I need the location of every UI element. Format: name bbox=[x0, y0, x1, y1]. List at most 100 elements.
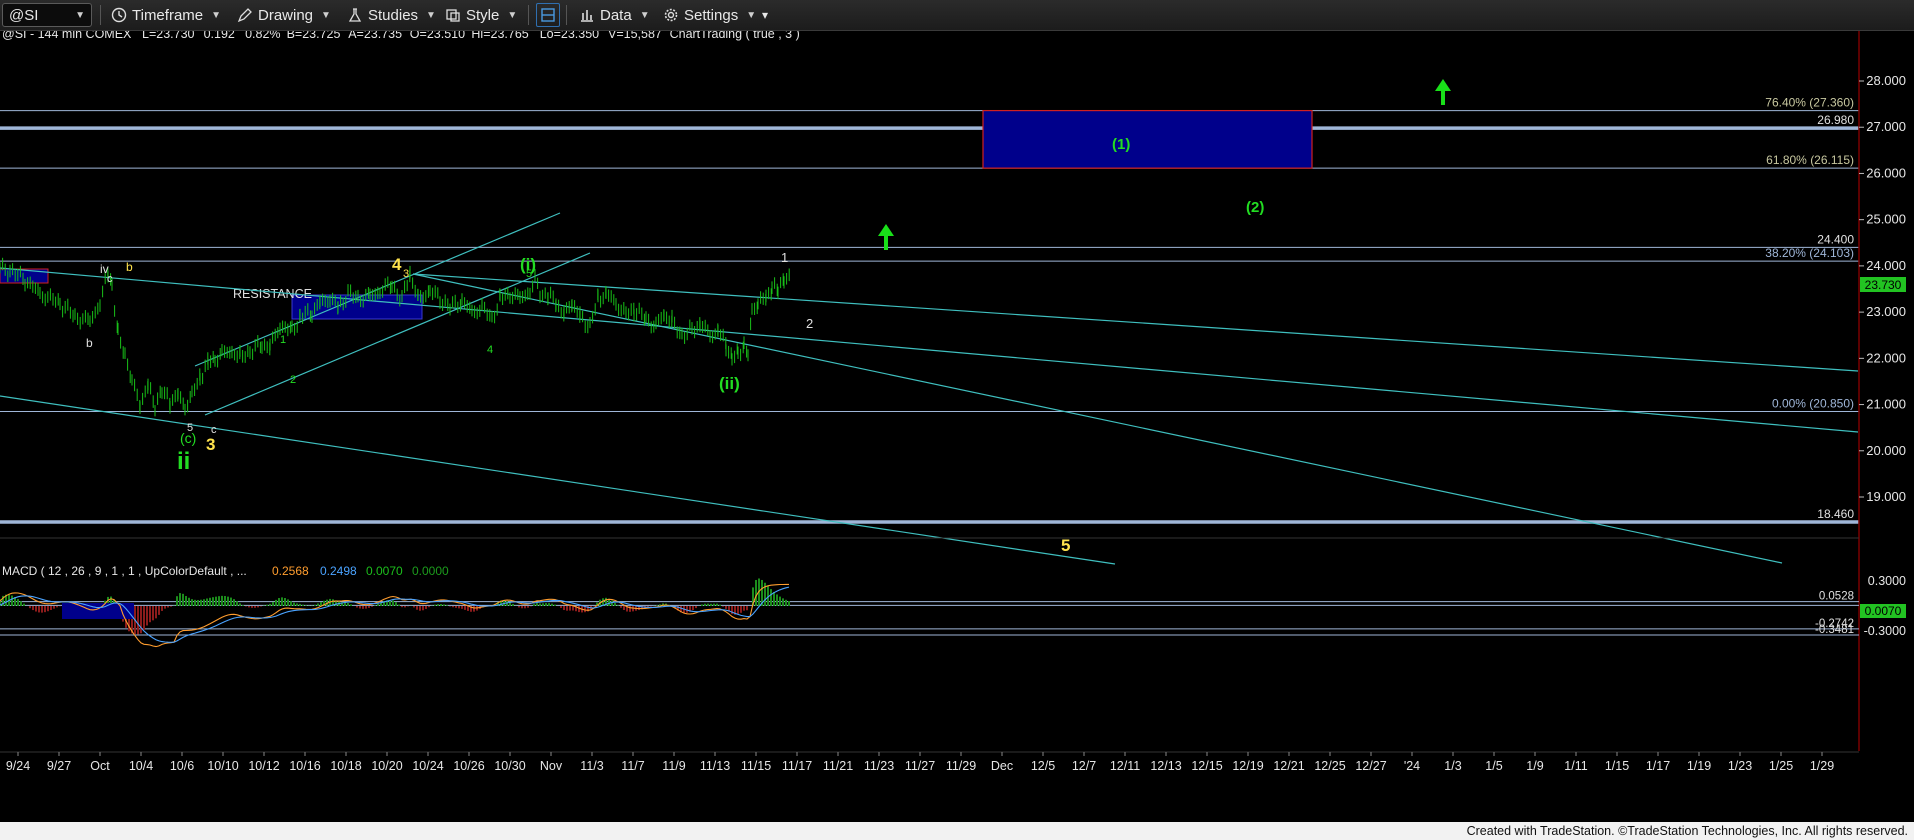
macd-value: 0.0000 bbox=[412, 564, 449, 578]
macd-value: 0.2498 bbox=[320, 564, 357, 578]
time-tick-label: 11/15 bbox=[741, 759, 771, 773]
timeframe-label: Timeframe bbox=[132, 6, 204, 24]
time-tick-label: 10/10 bbox=[207, 759, 238, 773]
time-tick-label: 10/20 bbox=[371, 759, 402, 773]
price-tick-label: 19.000 bbox=[1866, 489, 1906, 504]
wave-label: 4 bbox=[487, 344, 493, 356]
price-level-label: 0.00% (20.850) bbox=[1772, 396, 1854, 410]
wave-label: ii bbox=[177, 448, 190, 475]
wave-label: 2 bbox=[806, 316, 813, 331]
time-tick-label: 1/19 bbox=[1687, 759, 1711, 773]
symbol-selector[interactable]: @SI ▼ bbox=[2, 3, 92, 27]
style-menu[interactable]: Style ▼ bbox=[444, 3, 517, 27]
pencil-icon bbox=[237, 8, 252, 23]
chevron-down-icon: ▼ bbox=[211, 9, 222, 21]
wave-label: 2 bbox=[290, 374, 296, 386]
time-tick-label: 11/21 bbox=[823, 759, 853, 773]
wave-label: 1 bbox=[280, 334, 286, 346]
toolbar: @SI ▼ Timeframe ▼ Drawing ▼ Studies ▼ St… bbox=[0, 0, 1914, 31]
macd-tick-label: 0.3000 bbox=[1868, 574, 1906, 588]
chart-trading-status: ChartTrading ( true , 3 ) bbox=[670, 31, 800, 41]
flask-icon bbox=[348, 8, 362, 22]
quote-field: O=23.510 bbox=[410, 31, 465, 41]
time-tick-label: 10/4 bbox=[129, 759, 153, 773]
time-tick-label: Oct bbox=[90, 759, 110, 773]
wave-label: 1 bbox=[781, 250, 788, 265]
last-price-label: 23.730 bbox=[1865, 278, 1902, 292]
time-tick-label: 1/29 bbox=[1810, 759, 1834, 773]
chevron-down-icon: ▼ bbox=[426, 9, 436, 21]
time-tick-label: 1/3 bbox=[1444, 759, 1461, 773]
wave-label: 4 bbox=[392, 255, 402, 274]
time-tick-label: 12/15 bbox=[1191, 759, 1222, 773]
price-tick-label: 23.000 bbox=[1866, 304, 1906, 319]
wave-label: c bbox=[107, 273, 113, 285]
time-tick-label: '24 bbox=[1404, 759, 1420, 773]
wave-label: 3 bbox=[206, 435, 215, 454]
symbol-value: @SI bbox=[9, 6, 39, 24]
drawing-label: Drawing bbox=[258, 6, 314, 24]
time-tick-label: 11/7 bbox=[621, 759, 644, 773]
time-tick-label: 10/16 bbox=[289, 759, 320, 773]
macd-value-tag-label: 0.0070 bbox=[1865, 604, 1902, 618]
wave-label: b bbox=[126, 260, 133, 274]
wave-label: c bbox=[211, 424, 217, 436]
settings-menu[interactable]: Settings ▼ bbox=[662, 3, 756, 27]
time-tick-label: 12/21 bbox=[1273, 759, 1304, 773]
time-tick-label: 10/24 bbox=[412, 759, 443, 773]
time-tick-label: Nov bbox=[540, 759, 563, 773]
macd-level-label: 0.0528 bbox=[1819, 591, 1854, 603]
price-tick-label: 24.000 bbox=[1866, 258, 1906, 273]
price-tick-label: 28.000 bbox=[1866, 73, 1906, 88]
wave-label: 3 bbox=[403, 268, 409, 280]
wave-label: 5 bbox=[187, 422, 193, 434]
time-tick-label: 1/17 bbox=[1646, 759, 1670, 773]
price-level-label: 61.80% (26.115) bbox=[1766, 153, 1854, 167]
time-tick-label: 12/11 bbox=[1110, 759, 1140, 773]
time-tick-label: 11/23 bbox=[864, 759, 894, 773]
quote-field: B=23.725 bbox=[287, 31, 341, 41]
chevron-down-icon: ▼ bbox=[639, 9, 650, 21]
gear-icon bbox=[664, 8, 678, 22]
target-box bbox=[982, 109, 1313, 169]
time-tick-label: 10/12 bbox=[248, 759, 279, 773]
time-tick-label: 1/15 bbox=[1605, 759, 1629, 773]
wave-label: (2) bbox=[1246, 199, 1264, 216]
time-tick-label: 11/3 bbox=[580, 759, 603, 773]
time-tick-label: 11/13 bbox=[700, 759, 730, 773]
chevron-down-icon: ▼ bbox=[75, 9, 85, 21]
macd-value: 0.0070 bbox=[366, 564, 403, 578]
drawing-menu[interactable]: Drawing ▼ bbox=[236, 3, 331, 27]
wave-label: (ii) bbox=[719, 374, 740, 393]
price-tick-label: 20.000 bbox=[1866, 443, 1906, 458]
clock-icon bbox=[111, 7, 127, 23]
quote-field: Lo=23.350 bbox=[540, 31, 599, 41]
time-tick-label: 11/27 bbox=[905, 759, 935, 773]
footer: Created with TradeStation. ©TradeStation… bbox=[0, 822, 1914, 840]
price-tick-label: 21.000 bbox=[1866, 397, 1906, 412]
style-label: Style bbox=[466, 6, 500, 24]
data-menu[interactable]: Data ▼ bbox=[578, 3, 650, 27]
wave-label: b bbox=[86, 336, 93, 350]
price-tick-label: 22.000 bbox=[1866, 350, 1906, 365]
layout-icon bbox=[541, 8, 555, 22]
timeframe-menu[interactable]: Timeframe ▼ bbox=[110, 3, 221, 27]
time-tick-label: 9/24 bbox=[6, 759, 30, 773]
wave-label: 5 bbox=[526, 268, 532, 280]
time-tick-label: 12/13 bbox=[1150, 759, 1181, 773]
layout-button[interactable] bbox=[536, 3, 560, 27]
quote-field: L=23.730 bbox=[142, 31, 195, 41]
price-level-label: 76.40% (27.360) bbox=[1765, 96, 1854, 110]
macd-value: 0.2568 bbox=[272, 564, 309, 578]
copyright-text: Created with TradeStation. ©TradeStation… bbox=[1466, 824, 1908, 838]
price-level-label: 18.460 bbox=[1817, 507, 1854, 521]
time-tick-label: 9/27 bbox=[47, 759, 71, 773]
studies-menu[interactable]: Studies ▼ bbox=[346, 3, 436, 27]
time-tick-label: 11/29 bbox=[946, 759, 976, 773]
toolbar-overflow-icon[interactable]: ▾ bbox=[762, 3, 768, 27]
time-tick-label: 1/11 bbox=[1564, 759, 1587, 773]
price-level-label: 26.980 bbox=[1817, 113, 1854, 127]
studies-label: Studies bbox=[368, 6, 419, 24]
time-tick-label: 12/25 bbox=[1314, 759, 1345, 773]
data-label: Data bbox=[600, 6, 632, 24]
